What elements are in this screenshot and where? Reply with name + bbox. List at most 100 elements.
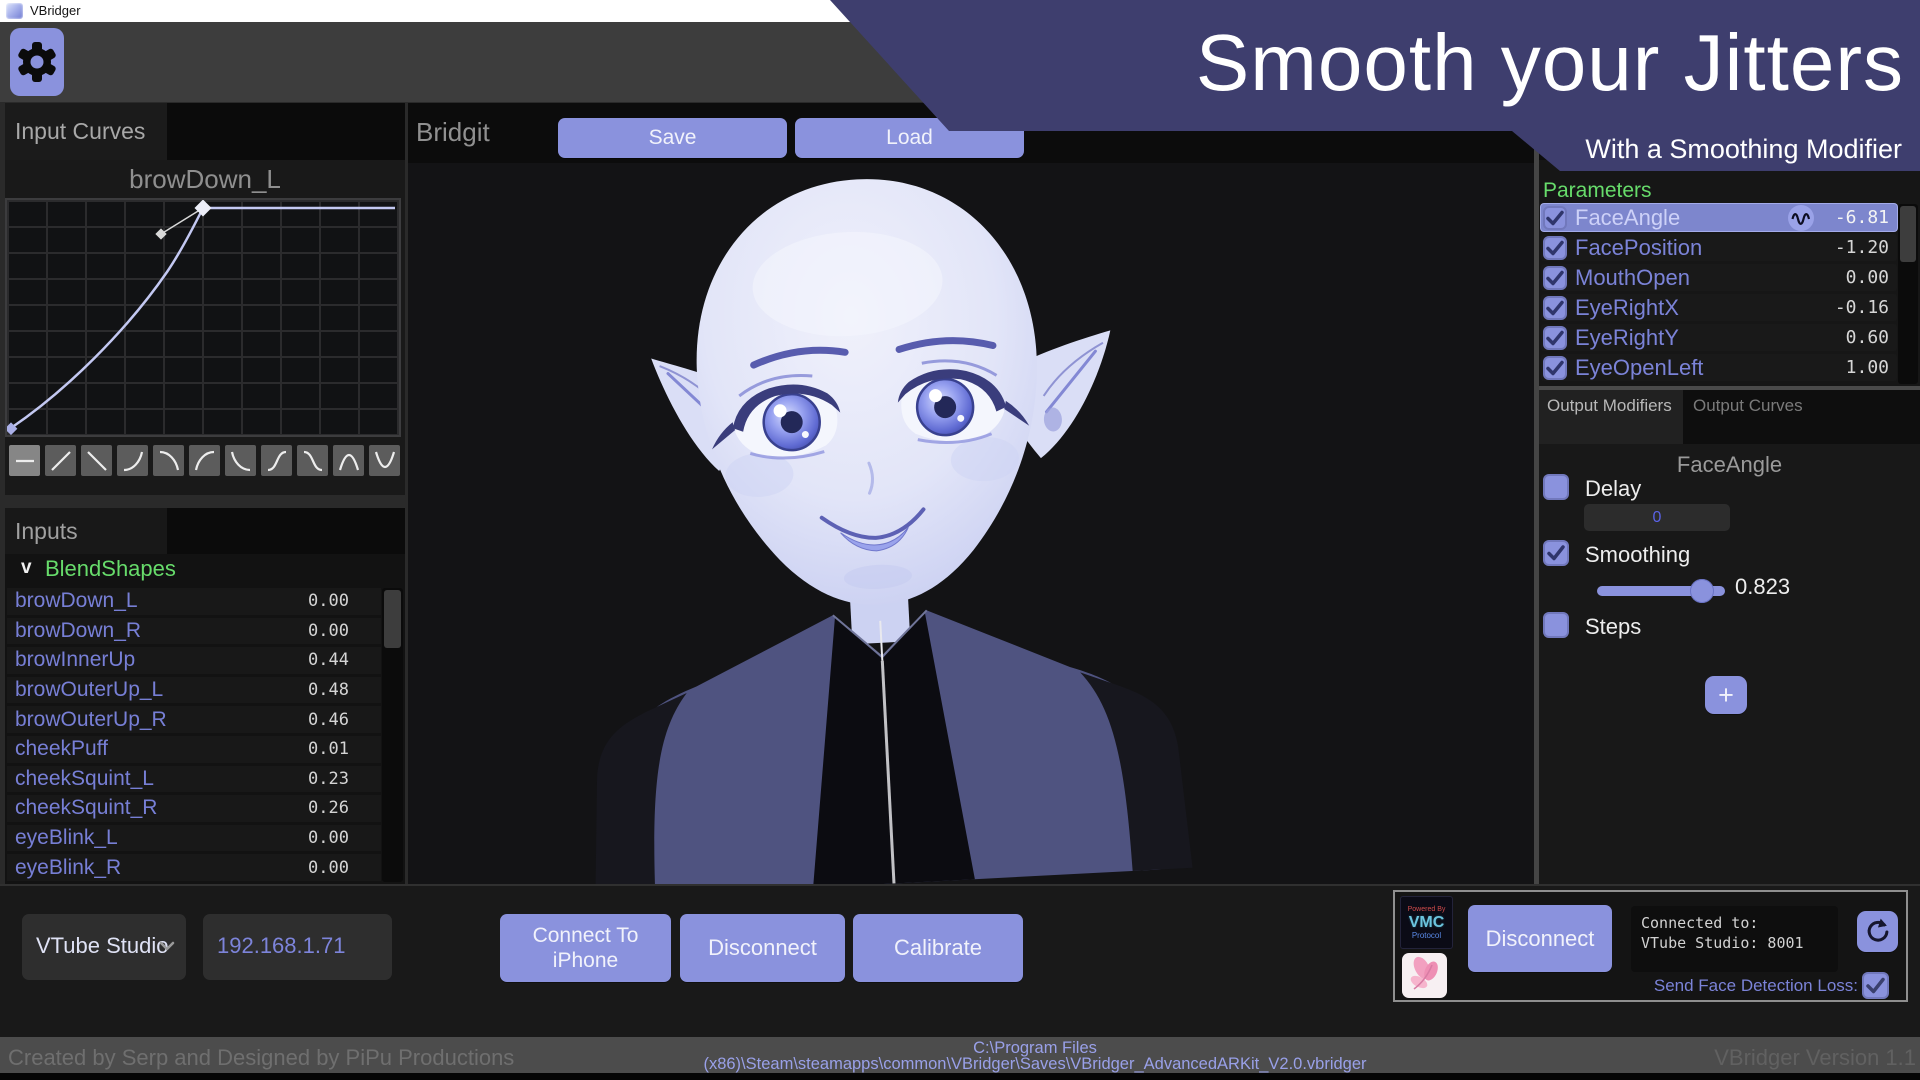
curve-type-ease-in-down-button[interactable] [153,445,184,476]
vts-connection-box: Powered By VMC Protocol Disconnect Conne… [1393,890,1908,1002]
smoothing-slider-knob[interactable] [1690,579,1714,603]
save-path-line2: (x86)\Steam\steamapps\common\VBridger\Sa… [703,1055,1367,1073]
list-item[interactable]: browDown_R 0.00 [7,617,381,645]
input-curves-panel: Input Curves browDown_L [5,103,405,495]
steps-checkbox-unchecked[interactable] [1543,612,1569,638]
checkbox-checked[interactable] [1543,355,1567,380]
curve-type-ease-out-down-button[interactable] [225,445,256,476]
curve-editor[interactable] [5,198,401,437]
disconnect-button[interactable]: Disconnect [680,914,845,982]
parameter-name: MouthOpen [1575,264,1690,290]
curve-type-ease-in-up-button[interactable] [117,445,148,476]
curve-type-s-down-button[interactable] [297,445,328,476]
curve-type-linear-down-button[interactable] [81,445,112,476]
curve-type-s-up-button[interactable] [261,445,292,476]
list-item[interactable]: eyeBlink_R 0.00 [7,854,381,881]
vmc-protocol-icon[interactable]: Powered By VMC Protocol [1400,896,1453,949]
connect-to-iphone-button[interactable]: Connect To iPhone [500,914,671,982]
chevron-down-icon [156,935,178,962]
parameters-panel: Parameters FaceAngle -6.81 FacePosition … [1539,103,1920,884]
list-item[interactable]: eyeBlink_L 0.00 [7,824,381,852]
checkbox-checked[interactable] [1543,295,1567,320]
parameter-row-mouthopen[interactable]: MouthOpen 0.00 [1541,264,1897,291]
blendshape-name: browDown_L [15,589,138,613]
delay-label: Delay [1585,476,1642,501]
output-tabs: Output Modifiers Output Curves [1539,390,1920,444]
parameter-row-eyerightx[interactable]: EyeRightX -0.16 [1541,294,1897,321]
blendshape-name: cheekPuff [15,737,109,761]
curve-plot [7,200,395,435]
vbridger-window: VBridger Smooth your Jitters With a Smoo… [0,0,1920,1080]
parameter-row-eyeopenleft[interactable]: EyeOpenLeft 1.00 [1541,354,1897,381]
vts-disconnect-button[interactable]: Disconnect [1468,905,1612,972]
blendshapes-group-header[interactable]: v BlendShapes [5,554,405,586]
parameter-name: EyeRightX [1575,294,1679,320]
parameter-value: -1.20 [1834,237,1889,258]
settings-button[interactable] [10,28,64,96]
wave-icon[interactable] [1788,204,1814,231]
ip-address-input[interactable]: 192.168.1.71 [203,914,392,980]
curve-type-valley-button[interactable] [369,445,400,476]
checkbox-checked[interactable] [1543,205,1567,230]
list-item[interactable]: browOuterUp_R 0.46 [7,706,381,733]
curve-keypoint[interactable] [194,200,212,217]
parameters-scrollbar-thumb[interactable] [1900,206,1916,262]
tab-inputs[interactable]: Inputs [5,508,167,554]
calibrate-button[interactable]: Calibrate [853,914,1023,982]
list-item[interactable]: browInnerUp 0.44 [7,647,381,674]
list-item[interactable]: browOuterUp_L 0.48 [7,676,381,704]
delay-checkbox-unchecked[interactable] [1543,474,1569,500]
modifier-param-title: FaceAngle [1676,452,1783,477]
tab-output-modifiers[interactable]: Output Modifiers [1539,390,1683,444]
blendshape-name: browDown_R [15,618,142,642]
bottom-edge [0,1073,1920,1080]
inputs-scrollbar[interactable] [382,588,403,882]
curve-type-ease-out-up-button[interactable] [189,445,220,476]
delay-input[interactable]: 0 [1584,504,1730,531]
blendshape-value: 0.00 [308,857,349,878]
checkbox-checked[interactable] [1543,235,1567,260]
input-curves-tabbar: Input Curves [5,103,405,160]
parameter-value: -0.16 [1834,297,1889,318]
checkbox-checked[interactable] [1543,325,1567,350]
blendshape-name: eyeBlink_L [15,826,118,850]
parameters-scrollbar[interactable] [1898,204,1918,384]
curve-type-buttons [9,445,400,476]
blendshape-value: 0.26 [308,798,349,819]
list-item[interactable]: cheekSquint_L 0.23 [7,765,381,793]
credits-text: Created by Serp and Designed by PiPu Pro… [8,1045,515,1070]
list-item[interactable]: cheekPuff 0.01 [7,735,381,763]
save-button[interactable]: Save [558,118,787,158]
tab-output-curves[interactable]: Output Curves [1683,390,1813,444]
blendshapes-list: browDown_L 0.00 browDown_R 0.00 browInnerU… [7,588,381,884]
checkbox-checked[interactable] [1543,265,1567,290]
smoothing-checkbox-checked[interactable] [1543,540,1569,566]
send-face-detection-loss-label: Send Face Detection Loss: [1653,976,1858,995]
send-face-detection-loss-checkbox[interactable] [1862,972,1889,999]
target-select[interactable]: VTube Studio [22,914,186,980]
tab-input-curves[interactable]: Input Curves [5,103,167,160]
list-item[interactable]: browDown_L 0.00 [7,588,381,615]
model-panel: Bridgit Save Load [408,103,1536,884]
parameter-row-faceposition[interactable]: FacePosition -1.20 [1541,234,1897,261]
blendshape-value: 0.00 [308,620,349,641]
parameter-row-eyerighty[interactable]: EyeRightY 0.60 [1541,324,1897,351]
smoothing-value: 0.823 [1735,574,1791,599]
vmc-main-text: VMC [1408,913,1445,931]
add-modifier-button[interactable]: + [1705,676,1747,714]
smoothing-label: Smoothing [1585,542,1691,567]
vtube-studio-icon[interactable] [1402,953,1447,998]
curve-type-linear-up-button[interactable] [45,445,76,476]
collapse-arrow-icon[interactable]: v [21,557,32,579]
status-footer: Created by Serp and Designed by PiPu Pro… [0,1037,1920,1073]
curve-type-bell-button[interactable] [333,445,364,476]
list-item[interactable]: cheekSquint_R 0.26 [7,795,381,822]
model-viewport[interactable] [408,163,1536,884]
inputs-scrollbar-thumb[interactable] [384,590,401,648]
refresh-button[interactable] [1857,911,1898,952]
parameter-row-faceangle[interactable]: FaceAngle -6.81 [1541,204,1897,231]
curve-handle[interactable] [155,228,167,240]
status-line1: Connected to: [1641,914,1759,932]
curve-type-flat-button[interactable] [9,445,40,476]
avatar-model [595,179,1193,884]
